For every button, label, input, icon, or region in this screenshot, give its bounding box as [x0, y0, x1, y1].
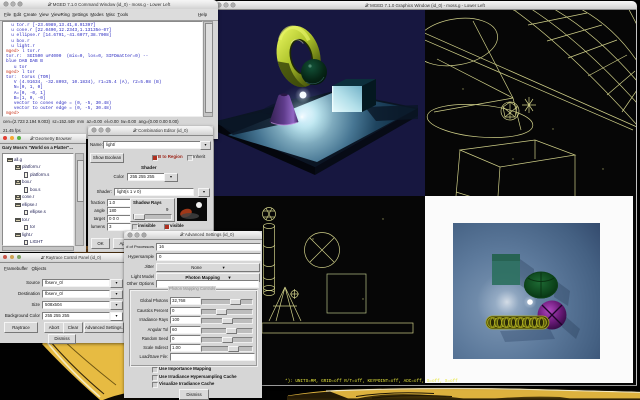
- svg-text:*): UNITS=MM, GRID=off R/T=off: *): UNITS=MM, GRID=off R/T=off, KEYPOINT…: [285, 379, 458, 384]
